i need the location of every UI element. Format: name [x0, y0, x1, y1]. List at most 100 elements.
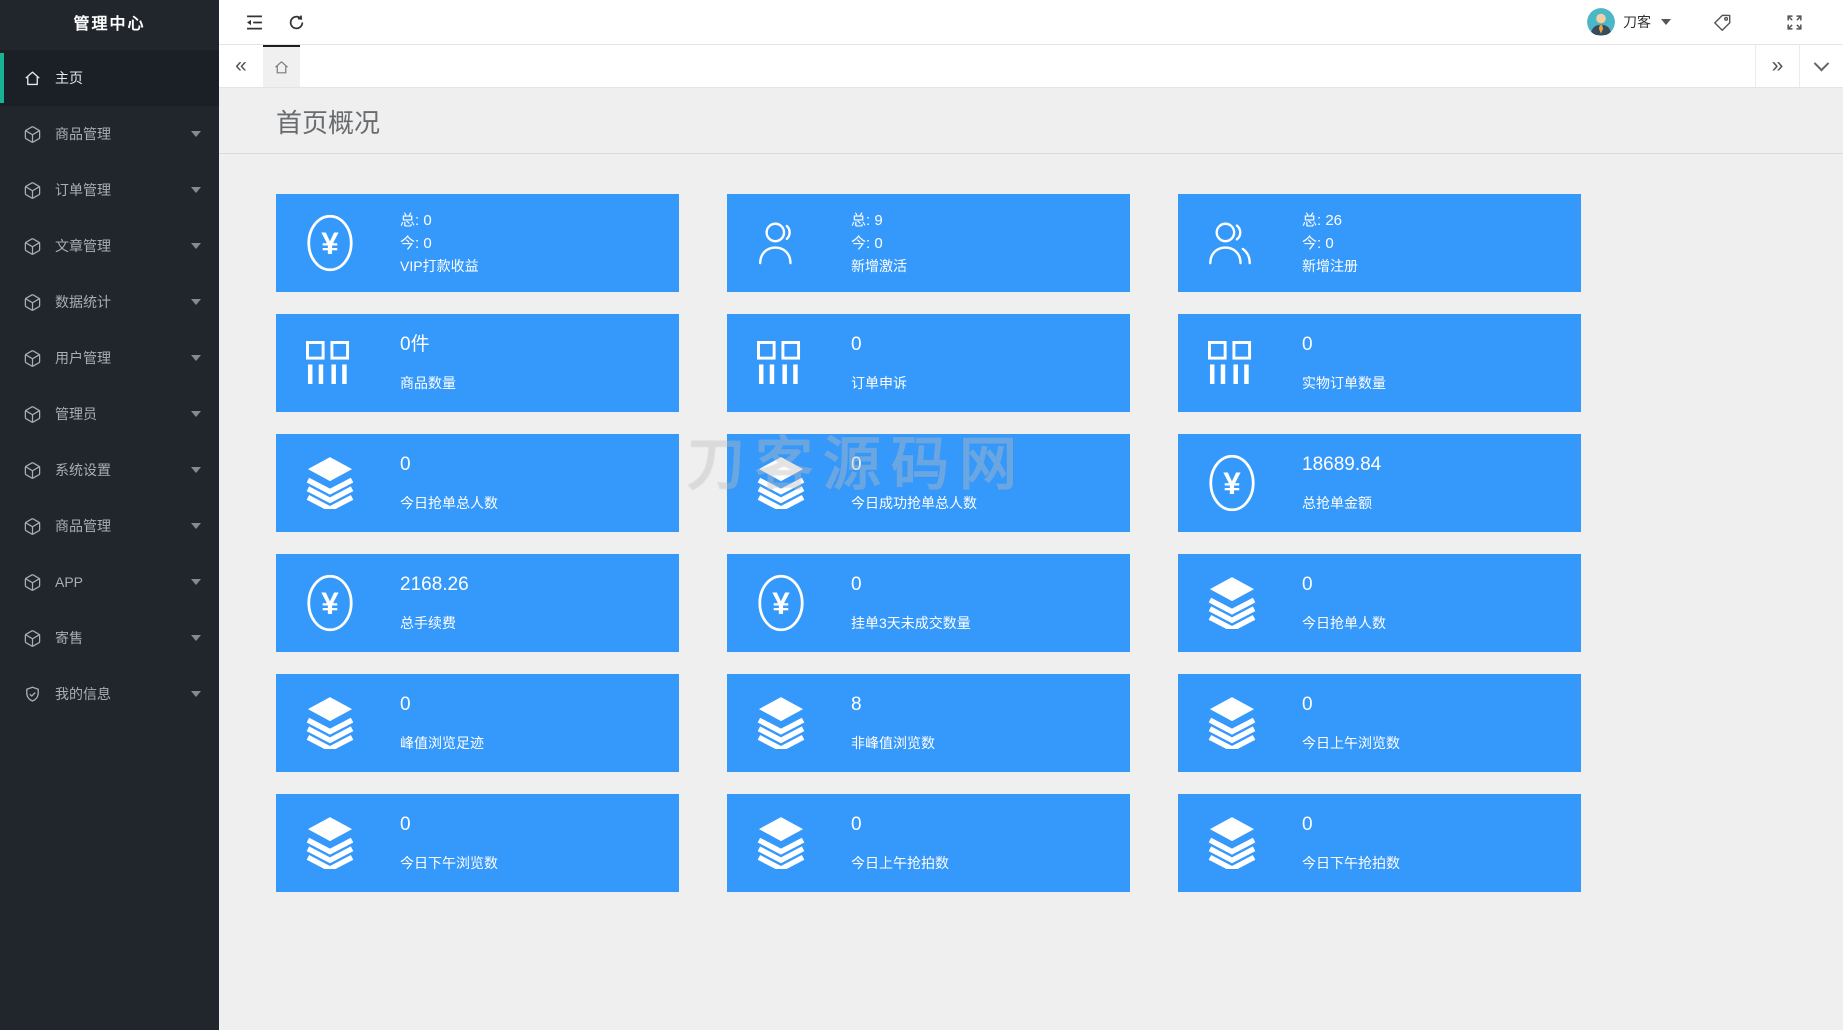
stat-card: ¥: [276, 314, 679, 412]
expand-icon: [1785, 13, 1804, 32]
app-title: 管理中心: [0, 0, 219, 44]
sidebar-item-label: APP: [55, 574, 191, 590]
sidebar-item[interactable]: 管理员: [0, 386, 219, 442]
tabs-scroll-left-button[interactable]: «: [219, 45, 263, 87]
cube-icon: [23, 181, 42, 200]
chevron-down-icon: [1814, 55, 1830, 71]
stat-card: ¥: [727, 674, 1130, 772]
sidebar-item[interactable]: 主页: [0, 50, 219, 106]
cube-icon: [23, 517, 42, 536]
home-icon: [273, 59, 290, 76]
refresh-button[interactable]: [275, 0, 317, 44]
stat-label: 新增激活: [851, 255, 907, 278]
stat-card: ¥: [727, 794, 1130, 892]
chevron-down-icon: [191, 131, 201, 137]
stat-value: 0: [400, 814, 498, 836]
tab-bar: « »: [219, 45, 1843, 88]
stat-label: 今日下午抢拍数: [1302, 853, 1400, 873]
tabs-menu-button[interactable]: [1799, 45, 1843, 87]
fullscreen-button[interactable]: [1773, 0, 1815, 44]
main-content: ¥: [219, 155, 1843, 1030]
user-name: 刀客: [1623, 12, 1651, 32]
stat-card: ¥: [727, 314, 1130, 412]
cube-icon: [23, 125, 42, 144]
layers-icon: [1208, 817, 1256, 869]
sidebar-item[interactable]: 文章管理: [0, 218, 219, 274]
refresh-icon: [287, 13, 306, 32]
stat-label: 新增注册: [1302, 255, 1358, 278]
sidebar-item[interactable]: 订单管理: [0, 162, 219, 218]
stat-label: 峰值浏览足迹: [400, 733, 484, 753]
grid-icon: [757, 341, 802, 385]
sidebar-item[interactable]: 系统设置: [0, 442, 219, 498]
chevron-down-icon: [191, 299, 201, 305]
sidebar-item[interactable]: APP: [0, 554, 219, 610]
layers-icon: [757, 817, 805, 869]
sidebar-item-label: 系统设置: [55, 460, 191, 480]
sidebar: 管理中心 主页: [0, 0, 219, 1030]
stat-card: ¥: [1178, 314, 1581, 412]
svg-text:¥: ¥: [321, 586, 339, 621]
user-menu[interactable]: 刀客: [1587, 8, 1671, 36]
sidebar-item-label: 主页: [55, 68, 191, 88]
chevron-down-icon: [191, 411, 201, 417]
stat-value: 0: [1302, 694, 1400, 716]
grid-icon: [306, 341, 351, 385]
chevron-down-icon: [191, 523, 201, 529]
sidebar-item[interactable]: 数据统计: [0, 274, 219, 330]
stat-today-line: 今: 0: [851, 232, 907, 255]
stat-label: 今日上午抢拍数: [851, 853, 949, 873]
home-icon: [23, 69, 42, 88]
sidebar-menu: 主页 商品管理: [0, 50, 219, 722]
cube-icon: [23, 293, 42, 312]
svg-text:¥: ¥: [772, 586, 790, 621]
stat-label: 商品数量: [400, 373, 456, 393]
stat-card: ¥: [276, 554, 679, 652]
cube-icon: [23, 405, 42, 424]
stat-value: 0: [851, 574, 971, 596]
sidebar-item-label: 数据统计: [55, 292, 191, 312]
sidebar-item[interactable]: 寄售: [0, 610, 219, 666]
cube-icon: [23, 573, 42, 592]
sidebar-item[interactable]: 我的信息: [0, 666, 219, 722]
tab-home[interactable]: [263, 45, 300, 87]
sidebar-item-label: 管理员: [55, 404, 191, 424]
sidebar-item-label: 我的信息: [55, 684, 191, 704]
sidebar-item[interactable]: 用户管理: [0, 330, 219, 386]
stat-value: 0: [851, 334, 907, 356]
stat-label: VIP打款收益: [400, 255, 479, 278]
stat-label: 挂单3天未成交数量: [851, 613, 971, 633]
stat-card: ¥: [276, 434, 679, 532]
stat-value: 0: [851, 454, 977, 476]
yen-circle-icon: ¥: [306, 573, 354, 633]
chevron-down-icon: [191, 187, 201, 193]
toolbar-right-group: 刀客: [1587, 0, 1843, 44]
layers-icon: [757, 697, 805, 749]
sidebar-item[interactable]: 商品管理: [0, 498, 219, 554]
yen-circle-icon: ¥: [1208, 453, 1256, 513]
theme-tag-button[interactable]: [1701, 0, 1743, 44]
svg-text:¥: ¥: [1223, 466, 1241, 501]
menu-fold-icon: [244, 12, 265, 33]
cube-icon: [23, 629, 42, 648]
top-toolbar: 刀客: [219, 0, 1843, 45]
stat-label: 非峰值浏览数: [851, 733, 935, 753]
sidebar-item-label: 寄售: [55, 628, 191, 648]
sidebar-item[interactable]: 商品管理: [0, 106, 219, 162]
stat-value: 0件: [400, 334, 456, 356]
stat-card: ¥: [276, 674, 679, 772]
sidebar-item-label: 用户管理: [55, 348, 191, 368]
stat-today-line: 今: 0: [400, 232, 479, 255]
tabs-scroll-right-button[interactable]: »: [1755, 45, 1799, 87]
grid-icon: [1208, 341, 1253, 385]
admin-dashboard: 管理中心 主页: [0, 0, 1843, 1030]
chevron-down-icon: [1661, 19, 1671, 25]
stat-value: 18689.84: [1302, 454, 1381, 476]
sidebar-item-label: 商品管理: [55, 124, 191, 144]
stat-card: ¥: [727, 194, 1130, 292]
stat-card: ¥: [1178, 794, 1581, 892]
stat-value: 0: [400, 694, 484, 716]
chevron-down-icon: [191, 635, 201, 641]
collapse-sidebar-button[interactable]: [233, 0, 275, 44]
yen-circle-icon: ¥: [306, 213, 354, 273]
